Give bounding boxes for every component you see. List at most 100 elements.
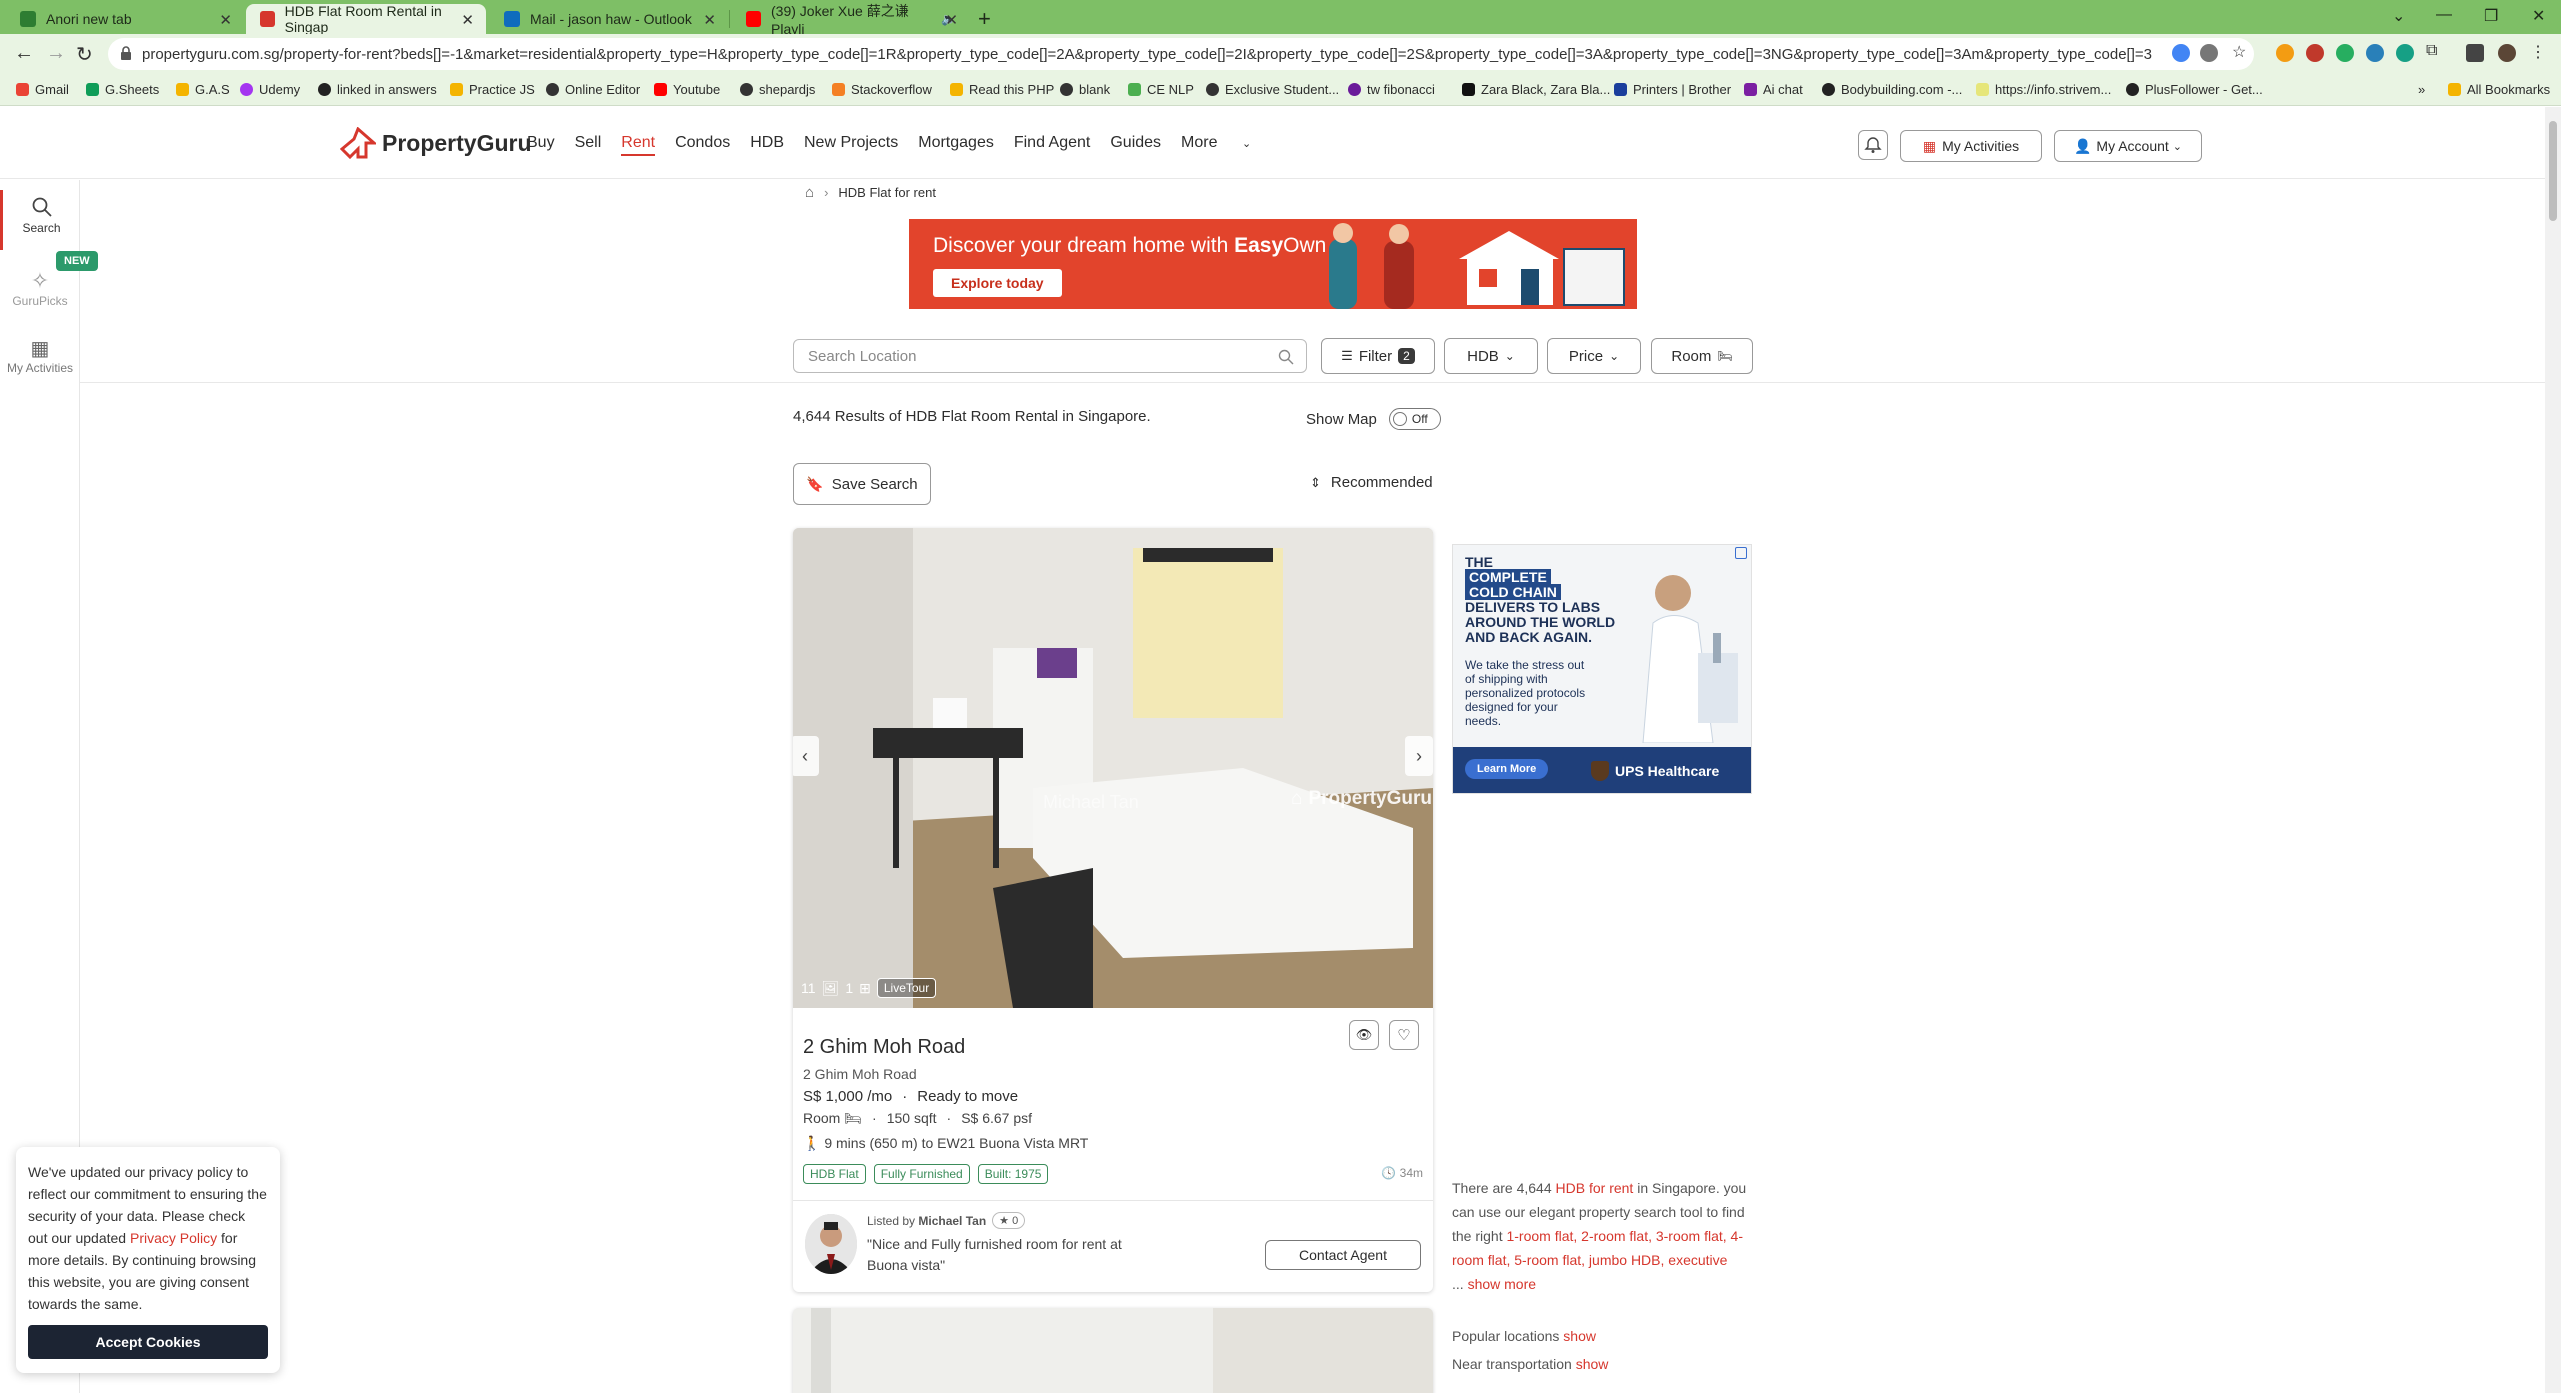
listing-card-next[interactable] xyxy=(793,1308,1433,1393)
bookmark-brother[interactable]: Printers | Brother xyxy=(1614,82,1731,97)
bookmark-practice-js[interactable]: Practice JS xyxy=(450,82,535,97)
bookmark-tw-fibonacci[interactable]: tw fibonacci xyxy=(1348,82,1435,97)
nav-mortgages[interactable]: Mortgages xyxy=(918,134,994,156)
accept-cookies-button[interactable]: Accept Cookies xyxy=(28,1325,268,1359)
restore-icon[interactable]: ❐ xyxy=(2484,6,2498,26)
bookmark-bodybuilding[interactable]: Bodybuilding.com -... xyxy=(1822,82,1962,97)
contact-agent-button[interactable]: Contact Agent xyxy=(1265,1240,1421,1270)
extension-icon[interactable] xyxy=(2396,44,2414,62)
tab-outlook[interactable]: Mail - jason haw - Outlook ✕ xyxy=(490,4,728,34)
nav-new-projects[interactable]: New Projects xyxy=(804,134,898,156)
listing-photo[interactable]: ‹ › Michael Tan ⌂ PropertyGuru 11 🖼 1 ⊞ … xyxy=(793,528,1433,1008)
show-map-toggle[interactable]: Off xyxy=(1388,408,1441,430)
near-transportation-show-link[interactable]: show xyxy=(1576,1356,1609,1372)
bookmark-online-editor[interactable]: Online Editor xyxy=(546,82,640,97)
bookmark-gmail[interactable]: Gmail xyxy=(16,82,69,97)
google-lens-icon[interactable] xyxy=(2172,44,2190,62)
close-tab-icon[interactable]: ✕ xyxy=(945,11,958,29)
agent-name[interactable]: Michael Tan xyxy=(918,1214,986,1228)
extension-icon[interactable] xyxy=(2306,44,2324,62)
listing-card[interactable]: ‹ › Michael Tan ⌂ PropertyGuru 11 🖼 1 ⊞ … xyxy=(793,528,1433,1292)
extension-icon[interactable] xyxy=(2366,44,2384,62)
hide-listing-button[interactable]: 👁 xyxy=(1349,1020,1379,1050)
shortlist-button[interactable]: ♡ xyxy=(1389,1020,1419,1050)
all-bookmarks[interactable]: All Bookmarks xyxy=(2448,82,2550,97)
close-window-icon[interactable]: ✕ xyxy=(2532,6,2545,26)
nav-more[interactable]: More ⌄ xyxy=(1181,134,1271,156)
livetour-badge[interactable]: LiveTour xyxy=(876,978,937,998)
rail-gurupicks[interactable]: ✧ GuruPicks xyxy=(0,262,80,322)
hdb-dropdown[interactable]: HDB ⌄ xyxy=(1444,338,1538,374)
breadcrumb-current[interactable]: HDB Flat for rent xyxy=(838,185,936,200)
tab-search-icon[interactable]: ⌄ xyxy=(2392,6,2405,26)
notifications-button[interactable] xyxy=(1858,130,1888,160)
save-search-button[interactable]: 🔖 Save Search xyxy=(793,463,931,505)
bookmark-youtube[interactable]: Youtube xyxy=(654,82,720,97)
bookmarks-overflow-icon[interactable]: » xyxy=(2418,82,2425,97)
nav-hdb[interactable]: HDB xyxy=(750,134,784,156)
new-tab-icon[interactable]: + xyxy=(978,6,991,32)
extension-icon[interactable] xyxy=(2276,44,2294,62)
bookmark-exclusive-student[interactable]: Exclusive Student... xyxy=(1206,82,1339,97)
menu-icon[interactable]: ⋮ xyxy=(2530,42,2548,61)
bookmark-linkedin[interactable]: linked in answers xyxy=(318,82,437,97)
profile-avatar-icon[interactable] xyxy=(2498,44,2516,62)
tab-youtube[interactable]: (39) Joker Xue 薛之谦 Playli 🔈 ✕ xyxy=(732,3,970,37)
bookmark-blank[interactable]: blank xyxy=(1060,82,1110,97)
search-location-input[interactable] xyxy=(808,348,1248,365)
tab-propertyguru[interactable]: HDB Flat Room Rental in Singap ✕ xyxy=(246,3,486,35)
my-account-button[interactable]: 👤 My Account ⌄ xyxy=(2054,130,2202,162)
nav-sell[interactable]: Sell xyxy=(575,134,602,156)
bookmark-udemy[interactable]: Udemy xyxy=(240,82,300,97)
address-bar[interactable]: propertyguru.com.sg/property-for-rent?be… xyxy=(108,38,2254,70)
my-activities-button[interactable]: ▦ My Activities xyxy=(1900,130,2042,162)
filter-button[interactable]: ☰ Filter 2 xyxy=(1321,338,1435,374)
search-location-field[interactable] xyxy=(793,339,1307,373)
extension-icon[interactable] xyxy=(2336,44,2354,62)
extensions-puzzle-icon[interactable]: ⧉ xyxy=(2426,42,2444,60)
nav-find-agent[interactable]: Find Agent xyxy=(1014,134,1091,156)
rail-my-activities[interactable]: ▦ My Activities xyxy=(0,330,80,390)
minimize-icon[interactable]: — xyxy=(2436,6,2452,24)
privacy-policy-link[interactable]: Privacy Policy xyxy=(130,1230,217,1246)
bookmark-ai-chat[interactable]: Ai chat xyxy=(1744,82,1803,97)
hdb-for-rent-link[interactable]: HDB for rent xyxy=(1556,1180,1634,1196)
bookmark-zara[interactable]: Zara Black, Zara Bla... xyxy=(1462,82,1610,97)
explore-today-button[interactable]: Explore today xyxy=(933,269,1062,297)
share-icon[interactable] xyxy=(2200,44,2218,62)
bookmark-plusfollower[interactable]: PlusFollower - Get... xyxy=(2126,82,2263,97)
next-photo-button[interactable]: › xyxy=(1405,736,1433,776)
bookmark-gsheets[interactable]: G.Sheets xyxy=(86,82,159,97)
easyown-banner[interactable]: Discover your dream home with EasyOwn Ex… xyxy=(909,219,1637,309)
ad-learn-more-button[interactable]: Learn More xyxy=(1465,759,1549,779)
show-more-link[interactable]: show more xyxy=(1468,1276,1536,1292)
popular-locations-show-link[interactable]: show xyxy=(1563,1328,1596,1344)
scrollbar-thumb[interactable] xyxy=(2549,121,2557,221)
page-scrollbar[interactable] xyxy=(2545,107,2561,1393)
price-dropdown[interactable]: Price ⌄ xyxy=(1547,338,1641,374)
propertyguru-logo[interactable]: PropertyGuru xyxy=(340,127,532,159)
close-tab-icon[interactable]: ✕ xyxy=(703,11,716,29)
room-dropdown[interactable]: Room 🛏 xyxy=(1651,338,1753,374)
bookmark-star-icon[interactable]: ☆ xyxy=(2232,42,2250,61)
bookmark-gas[interactable]: G.A.S xyxy=(176,82,230,97)
ups-healthcare-ad[interactable]: THE COMPLETE COLD CHAIN DELIVERS TO LABS… xyxy=(1452,544,1752,794)
bookmark-ce-nlp[interactable]: CE NLP xyxy=(1128,82,1194,97)
sort-dropdown[interactable]: ⇕ Recommended xyxy=(1310,474,1433,491)
url-text[interactable]: propertyguru.com.sg/property-for-rent?be… xyxy=(142,46,2152,63)
tab-anori[interactable]: Anori new tab ✕ xyxy=(6,4,244,34)
close-tab-icon[interactable]: ✕ xyxy=(219,11,232,29)
bookmark-stackoverflow[interactable]: Stackoverflow xyxy=(832,82,932,97)
prev-photo-button[interactable]: ‹ xyxy=(793,736,819,776)
nav-guides[interactable]: Guides xyxy=(1110,134,1161,156)
side-panel-icon[interactable] xyxy=(2466,44,2484,62)
reload-icon[interactable]: ↻ xyxy=(76,42,93,67)
agent-avatar[interactable] xyxy=(805,1214,857,1274)
back-icon[interactable]: ← xyxy=(14,42,34,65)
nav-condos[interactable]: Condos xyxy=(675,134,730,156)
forward-icon[interactable]: → xyxy=(46,42,66,65)
close-tab-icon[interactable]: ✕ xyxy=(461,11,474,29)
nav-rent[interactable]: Rent xyxy=(621,134,656,156)
bookmark-strivem[interactable]: https://info.strivem... xyxy=(1976,82,2111,97)
home-icon[interactable]: ⌂ xyxy=(805,184,814,201)
